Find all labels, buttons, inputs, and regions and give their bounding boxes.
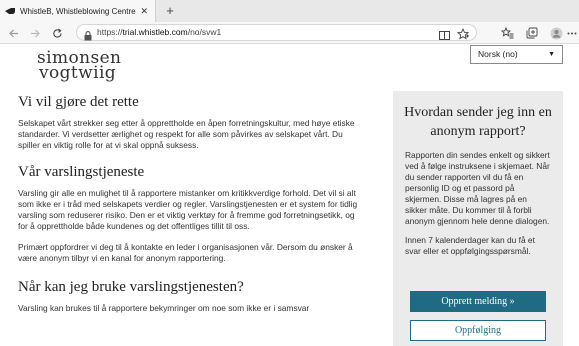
section-paragraph: Varsling gir alle en mulighet til å rapp… xyxy=(18,188,358,231)
section-paragraph: Varsling kan brukes til å rapportere bek… xyxy=(18,303,310,313)
sidebar-paragraph: Innen 7 kalenderdager kan du få et svar … xyxy=(405,235,535,256)
whistle-icon xyxy=(5,6,15,16)
url-scheme: https:// xyxy=(97,27,123,37)
url-text[interactable]: https://trial.whistleb.com/no/svw1 xyxy=(97,27,221,38)
follow-up-button[interactable]: Oppfølging xyxy=(410,320,546,341)
url-host: trial.whistleb.com xyxy=(122,27,188,37)
tab-title: WhistleB, Whistleblowing Centre xyxy=(20,6,136,16)
lock-icon[interactable] xyxy=(84,28,92,46)
section-heading: Vår varslingstjeneste xyxy=(18,164,145,180)
forward-arrow-icon[interactable] xyxy=(27,25,43,41)
new-tab-button[interactable]: + xyxy=(162,3,178,19)
back-arrow-icon[interactable] xyxy=(5,25,21,41)
chevron-down-icon: ▼ xyxy=(548,51,555,58)
favorites-bar-icon[interactable] xyxy=(500,26,514,40)
address-bar[interactable]: https://trial.whistleb.com/no/svw1 xyxy=(76,24,477,41)
favorite-star-icon[interactable] xyxy=(456,27,470,45)
sidebar-heading: Hvordan sender jeg inn en anonym rapport… xyxy=(404,105,552,139)
section-paragraph: Selskapet vårt strekker seg etter å oppr… xyxy=(18,118,355,150)
create-report-button[interactable]: Opprett melding » xyxy=(410,291,546,312)
reload-icon[interactable] xyxy=(49,25,65,41)
language-select[interactable]: Norsk (no) ▼ xyxy=(470,45,563,64)
section-heading: Vi vil gjøre det rette xyxy=(18,94,139,110)
report-sidebar: Hvordan sender jeg inn en anonym rapport… xyxy=(393,91,563,346)
sidebar-paragraph: Rapporten din sendes enkelt og sikkert v… xyxy=(405,150,550,226)
browser-tab-bar: WhistleB, Whistleblowing Centre ✕ + xyxy=(0,0,579,22)
section-paragraph: Primært oppfordrer vi deg til å kontakte… xyxy=(18,242,353,263)
section-heading: Når kan jeg bruke varslingstjenesten? xyxy=(18,279,244,295)
browser-toolbar: https://trial.whistleb.com/no/svw1 xyxy=(0,22,579,44)
collections-icon[interactable] xyxy=(525,26,539,40)
close-tab-icon[interactable]: ✕ xyxy=(140,5,148,17)
logo-line-2: vogtwiig xyxy=(39,63,117,83)
reader-view-icon[interactable] xyxy=(439,28,450,46)
page-content: simonsen vogtwiig Norsk (no) ▼ Vi vil gj… xyxy=(0,45,579,346)
language-value: Norsk (no) xyxy=(478,49,518,59)
more-menu-icon[interactable] xyxy=(567,26,577,40)
profile-icon[interactable] xyxy=(549,26,563,40)
browser-tab[interactable]: WhistleB, Whistleblowing Centre ✕ xyxy=(0,0,156,22)
main-content: Vi vil gjøre det rette Selskapet vårt st… xyxy=(18,93,360,324)
url-path: /no/svw1 xyxy=(187,27,222,37)
company-logo[interactable]: simonsen vogtwiig xyxy=(37,50,121,83)
